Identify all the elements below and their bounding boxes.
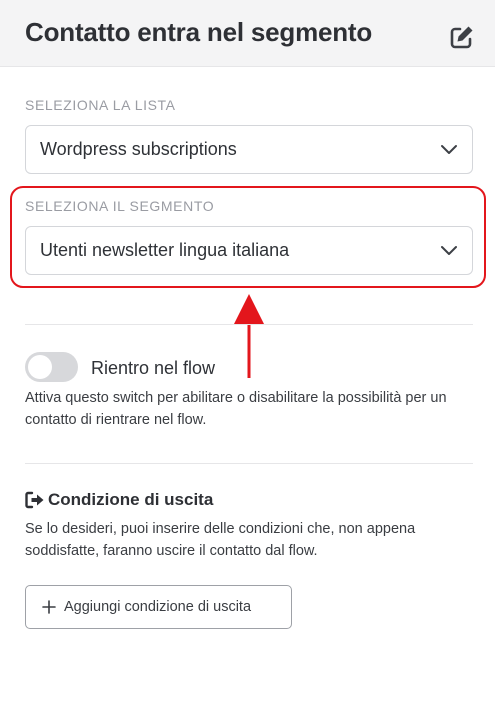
list-select[interactable]: Wordpress subscriptions bbox=[25, 125, 473, 174]
chevron-down-icon bbox=[441, 246, 457, 255]
reentry-toggle[interactable] bbox=[25, 352, 78, 382]
divider bbox=[25, 324, 473, 325]
exit-condition-description: Se lo desideri, puoi inserire delle cond… bbox=[25, 521, 416, 559]
segment-select-value: Utenti newsletter lingua italiana bbox=[40, 240, 290, 260]
add-exit-condition-button[interactable]: Aggiungi condizione di uscita bbox=[25, 585, 292, 629]
reentry-description: Attiva questo switch per abilitare o dis… bbox=[25, 390, 447, 428]
plus-icon bbox=[42, 600, 56, 614]
exit-condition-title: Condizione di uscita bbox=[48, 490, 214, 509]
reentry-toggle-label: Rientro nel flow bbox=[91, 358, 216, 378]
list-select-value: Wordpress subscriptions bbox=[40, 139, 237, 159]
segment-section-label: SELEZIONA IL SEGMENTO bbox=[25, 198, 215, 214]
chevron-down-icon bbox=[441, 145, 457, 154]
divider bbox=[25, 463, 473, 464]
edit-button[interactable] bbox=[449, 24, 475, 50]
segment-select[interactable]: Utenti newsletter lingua italiana bbox=[25, 226, 473, 275]
annotation-arrow bbox=[234, 294, 264, 378]
sign-out-icon bbox=[25, 491, 44, 509]
panel-title: Contatto entra nel segmento bbox=[25, 17, 373, 47]
edit-icon bbox=[450, 26, 473, 49]
list-section-label: SELEZIONA LA LISTA bbox=[25, 97, 176, 113]
exit-condition-heading: Condizione di uscita bbox=[25, 489, 213, 511]
toggle-knob bbox=[28, 355, 52, 379]
add-exit-condition-label: Aggiungi condizione di uscita bbox=[64, 599, 252, 615]
panel-header: Contatto entra nel segmento bbox=[0, 0, 495, 67]
